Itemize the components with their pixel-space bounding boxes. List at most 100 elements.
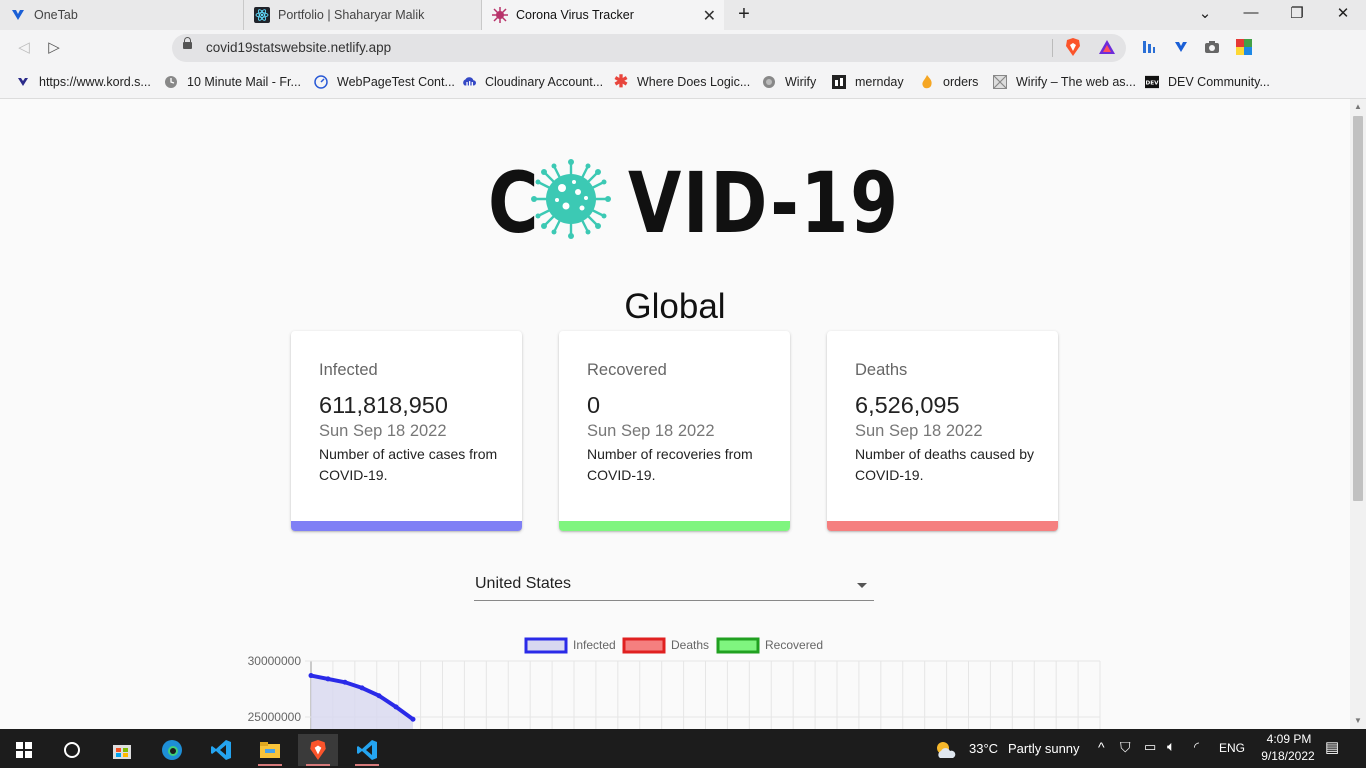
flame-icon [920,75,934,89]
bookmark-where-does-logic[interactable]: ✱ Where Does Logic... [614,72,750,92]
bookmark-label: Wirify [785,75,817,89]
bookmark-kord[interactable]: https://www.kord.s... [16,72,151,92]
tab-title: Portfolio | Shaharyar Malik [278,8,425,22]
legend-item-infected[interactable]: Infected [524,637,616,654]
card-description: Number of active cases from COVID-19. [319,446,498,483]
new-tab-button[interactable]: + [732,3,756,27]
windows-taskbar: 33°C Partly sunny ^ ⛉ ▭ 🔈︎ ◜ ENG 4:09 PM… [0,729,1366,768]
wifi-icon[interactable]: ◜ [1194,739,1199,755]
store-icon[interactable] [102,734,142,766]
dropdown-arrow-icon[interactable] [857,583,867,588]
bookmark-cloudinary[interactable]: Cloudinary Account... [462,72,603,92]
card-date: Sun Sep 18 2022 [587,422,715,440]
tab-search-chevron-icon[interactable]: ⌄ [1194,4,1216,22]
bookmark-10minutemail[interactable]: 10 Minute Mail - Fr... [164,72,301,92]
bookmark-label: mernday [855,75,904,89]
card-color-bar [559,521,790,531]
country-select[interactable]: United States [474,569,874,601]
brave-rewards-icon[interactable] [1098,38,1116,56]
legend-item-recovered[interactable]: Recovered [716,637,823,654]
chart-y-ticks: 30000000 25000000 [248,654,302,724]
bookmarks-bar: https://www.kord.s... 10 Minute Mail - F… [0,66,1366,99]
windows-start-icon[interactable] [4,734,44,766]
infected-point [393,704,399,710]
weather-icon[interactable] [931,734,961,766]
tab-onetab[interactable]: OneTab [0,0,244,30]
vscode-icon[interactable] [201,734,241,766]
chevron-up-icon[interactable]: ^ [1098,739,1105,755]
tab-title: Corona Virus Tracker [516,8,634,22]
card-description: Number of recoveries from COVID-19. [587,446,753,483]
language-indicator[interactable]: ENG [1219,741,1245,755]
back-icon[interactable]: ◁ [14,38,34,58]
notification-icon[interactable]: ▤ [1325,738,1339,756]
close-window-icon[interactable]: ✕ [1332,4,1354,22]
bookmark-label: DEV Community... [1168,75,1270,89]
webpagetest-icon [314,75,328,89]
battery-icon[interactable]: ▭ [1144,739,1156,755]
edge-icon[interactable] [152,734,192,766]
clock-time[interactable]: 4:09 PM [1258,732,1320,746]
file-explorer-icon[interactable] [250,734,290,766]
clock-date[interactable]: 9/18/2022 [1253,749,1323,763]
card-color-bar [827,521,1058,531]
color-picker-icon[interactable] [1235,38,1253,56]
deaths-card: Deaths 6,526,095 Sun Sep 18 2022 Number … [827,331,1058,531]
restore-icon[interactable]: ❐ [1286,4,1308,22]
weather-description[interactable]: Partly sunny [1008,741,1080,756]
infected-card: Infected 611,818,950 Sun Sep 18 2022 Num… [291,331,522,531]
bookmark-webpagetest[interactable]: WebPageTest Cont... [314,72,455,92]
scroll-down-icon[interactable]: ▼ [1353,716,1363,726]
network-warning-icon[interactable]: ⛉ [1120,739,1131,756]
close-tab-icon[interactable]: ✕ [703,6,716,26]
legend-item-deaths[interactable]: Deaths [622,637,709,654]
infected-point [376,693,382,699]
global-heading: Global [624,287,726,326]
legend-label: Recovered [765,638,823,652]
bookmark-label: orders [943,75,979,89]
tab-portfolio[interactable]: Portfolio | Shaharyar Malik [244,0,482,30]
wirify-icon [993,75,1007,89]
card-value: 611,818,950 [319,392,448,418]
weather-temperature[interactable]: 33°C [969,741,998,756]
bookmark-mernday[interactable]: mernday [832,72,904,92]
bookmark-label: https://www.kord.s... [39,75,151,89]
bookmark-wirify-web[interactable]: Wirify – The web as... [993,72,1136,92]
card-label: Recovered [587,361,667,379]
svg-text:DEV: DEV [1146,81,1159,87]
card-value: 0 [587,392,601,418]
bookmark-dev-community[interactable]: DEV DEV Community... [1145,72,1270,92]
forward-icon[interactable]: ▷ [44,38,64,58]
y-tick-label: 25000000 [248,710,302,724]
search-icon[interactable] [52,734,92,766]
infected-point [342,679,348,685]
bookmark-wirify[interactable]: Wirify [762,72,816,92]
volume-icon[interactable]: 🔈︎ [1167,738,1175,755]
bookmark-orders[interactable]: orders [920,72,978,92]
chart-series [308,673,416,729]
minimize-icon[interactable]: — [1240,4,1262,21]
page-content: C VID-19 Global Infected 611,818,950 Sun… [0,99,1350,729]
card-label: Infected [319,361,378,379]
vscode-window-icon[interactable] [347,734,387,766]
cloudinary-icon [462,75,476,89]
brave-browser-icon[interactable] [298,734,338,766]
tab-corona-tracker[interactable]: Corona Virus Tracker ✕ [482,0,724,30]
onetab-extension-icon[interactable] [1172,38,1190,56]
scroll-up-icon[interactable]: ▲ [1353,102,1363,112]
clock-icon [164,75,178,89]
camera-icon[interactable] [1203,38,1221,56]
browser-toolbar: ◁ ▷ covid19statswebsite.netlify.app [0,30,1366,66]
page-scrollbar[interactable]: ▲ ▼ [1350,99,1366,729]
virus-icon [492,7,508,23]
address-bar[interactable]: covid19statswebsite.netlify.app [172,34,1126,62]
scroll-thumb[interactable] [1353,116,1363,501]
card-date: Sun Sep 18 2022 [319,422,447,440]
tab-strip: OneTab Portfolio | Shaharyar Malik Coron… [0,0,1366,30]
bookmark-label: Wirify – The web as... [1016,75,1136,89]
extension-bars-icon[interactable] [1140,38,1158,56]
brave-shield-icon[interactable] [1064,38,1082,56]
infected-point [308,673,314,679]
url-text[interactable]: covid19statswebsite.netlify.app [206,40,391,55]
bookmark-label: WebPageTest Cont... [337,75,455,89]
